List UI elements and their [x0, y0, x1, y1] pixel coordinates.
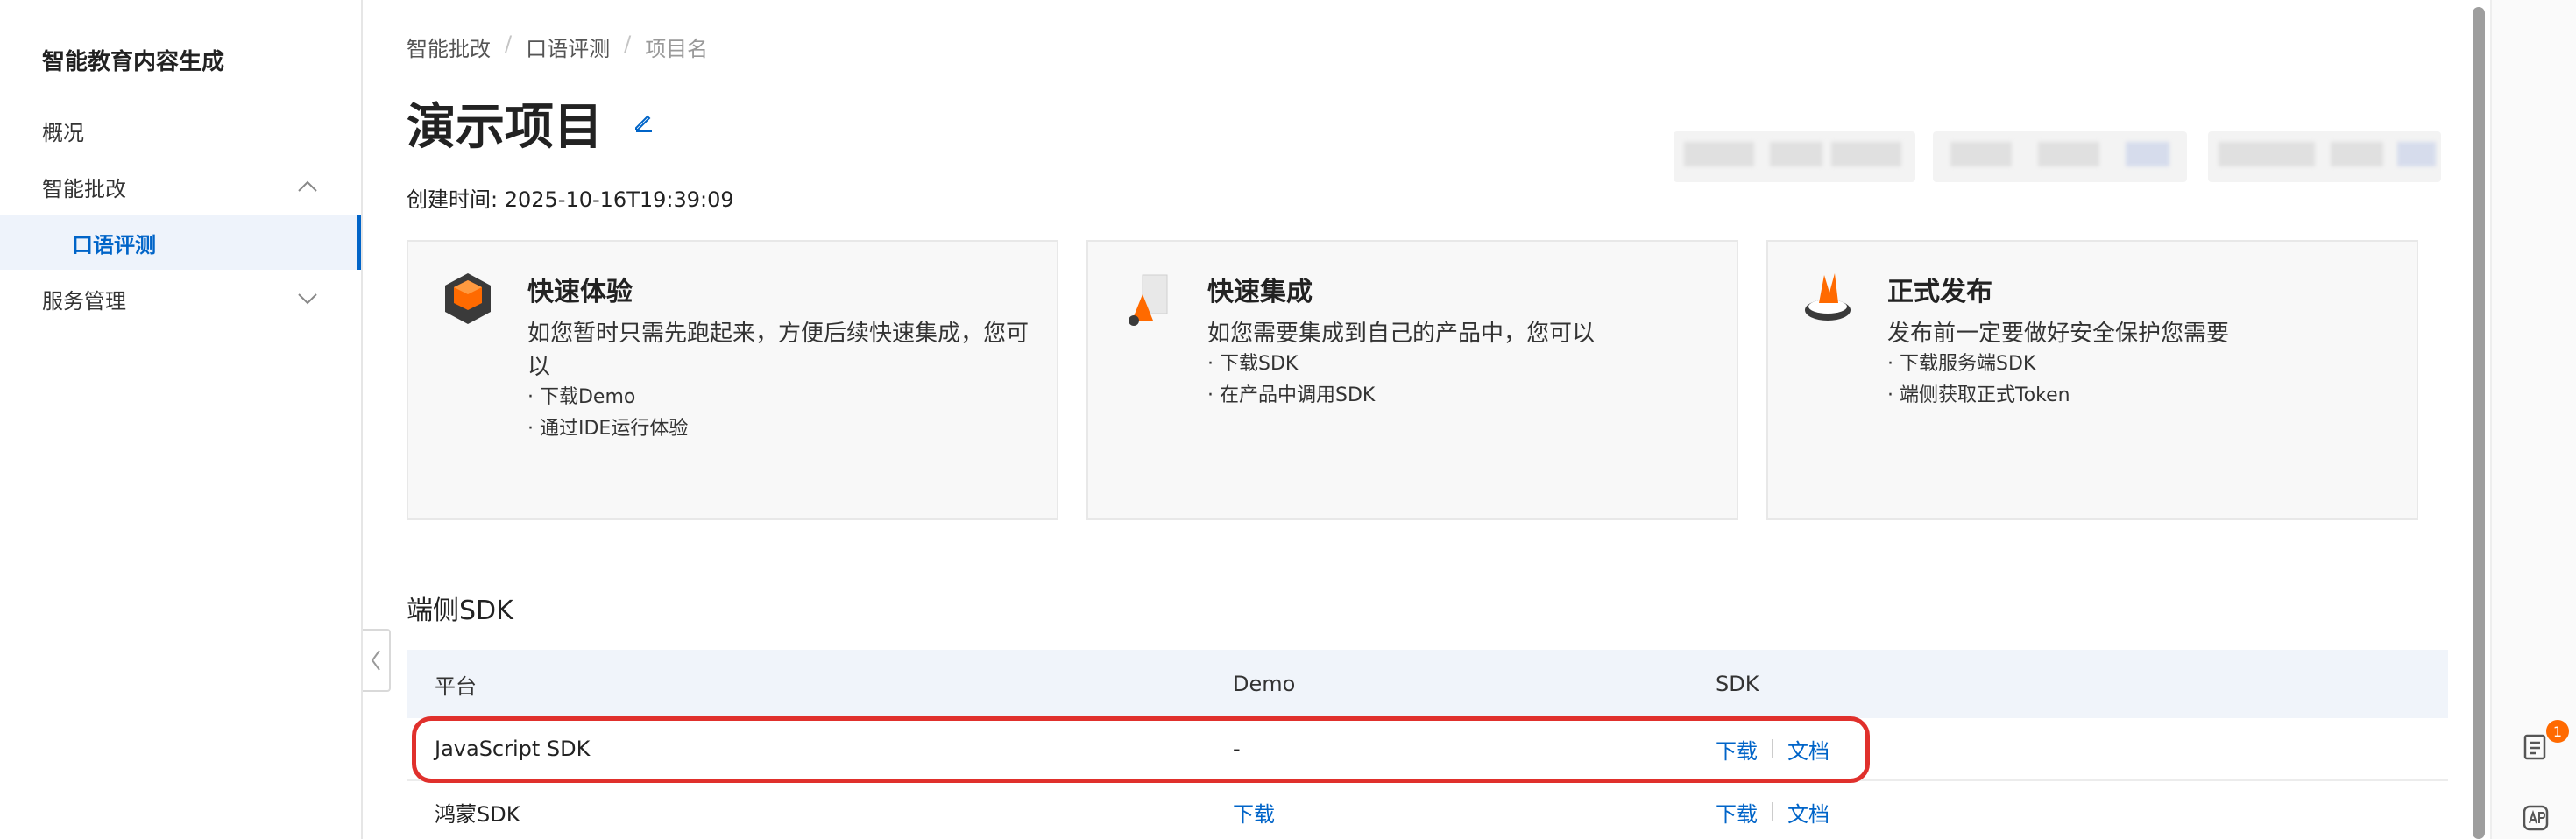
- chevron-up-icon: [298, 180, 317, 192]
- list-item: · 下载Demo: [527, 386, 636, 408]
- table-row: 鸿蒙SDK 下载 下载 文档: [407, 781, 2448, 839]
- sidebar-item-overview[interactable]: 概况: [0, 103, 361, 158]
- column-header-demo: Demo: [1233, 672, 1296, 696]
- sidebar-collapse-button[interactable]: [363, 629, 391, 692]
- notification-list-icon[interactable]: [2520, 732, 2551, 764]
- blurred-info-block: [1674, 131, 1915, 182]
- created-time: 创建时间: 2025-10-16T19:39:09: [407, 187, 734, 212]
- sdk-download-link[interactable]: 下载: [1716, 797, 1758, 828]
- card-description: 如您需要集成到自己的产品中，您可以: [1207, 321, 1596, 347]
- card-quick-experience[interactable]: 快速体验 如您暂时只需先跑起来，方便后续快速集成，您可以 · 下载Demo · …: [407, 240, 1058, 520]
- breadcrumb-item-current: 项目名: [645, 37, 709, 61]
- breadcrumb-item-grading[interactable]: 智能批改: [407, 32, 491, 62]
- list-item: · 下载SDK: [1207, 353, 1299, 375]
- card-title: 正式发布: [1887, 277, 1992, 307]
- cube-icon: [445, 273, 491, 324]
- card-official-release[interactable]: 正式发布 发布前一定要做好安全保护您需要 · 下载服务端SDK · 端侧获取正式…: [1766, 240, 2418, 520]
- breadcrumb-separator: /: [505, 32, 513, 56]
- api-icon[interactable]: [2520, 802, 2551, 834]
- column-header-platform: 平台: [435, 673, 477, 699]
- divider: [1772, 802, 1773, 821]
- card-title: 快速集成: [1207, 277, 1313, 307]
- blurred-info-block: [1933, 131, 2187, 182]
- highlight-annotation: [412, 716, 1870, 783]
- breadcrumb-item-oral-evaluation[interactable]: 口语评测: [526, 32, 610, 62]
- scrollbar[interactable]: [2473, 7, 2485, 839]
- list-item: · 通过IDE运行体验: [527, 418, 689, 440]
- sdk-docs-link[interactable]: 文档: [1787, 797, 1829, 828]
- blurred-info-block: [2208, 131, 2441, 182]
- sidebar-item-grading[interactable]: 智能批改: [0, 159, 361, 214]
- sidebar-item-service-management[interactable]: 服务管理: [0, 271, 361, 326]
- card-list: · 下载SDK · 在产品中调用SDK: [1207, 349, 1375, 412]
- card-description: 如您暂时只需先跑起来，方便后续快速集成，您可以: [527, 321, 1030, 380]
- platform-name: 鸿蒙SDK: [435, 801, 520, 827]
- list-item: · 端侧获取正式Token: [1887, 384, 2070, 406]
- card-list: · 下载Demo · 通过IDE运行体验: [527, 382, 688, 445]
- breadcrumb: 智能批改 / 口语评测 / 项目名: [407, 32, 708, 62]
- card-title: 快速体验: [527, 277, 633, 307]
- sidebar-title: 智能教育内容生成: [42, 49, 225, 75]
- column-header-sdk: SDK: [1716, 672, 1759, 696]
- card-quick-integration[interactable]: 快速集成 如您需要集成到自己的产品中，您可以 · 下载SDK · 在产品中调用S…: [1086, 240, 1738, 520]
- list-item: · 下载服务端SDK: [1887, 353, 2036, 375]
- sidebar-item-label: 口语评测: [72, 232, 156, 257]
- demo-download-link[interactable]: 下载: [1233, 781, 1275, 839]
- card-list: · 下载服务端SDK · 端侧获取正式Token: [1887, 349, 2070, 412]
- demo-download-link-text[interactable]: 下载: [1233, 797, 1275, 828]
- release-icon: [1805, 273, 1851, 321]
- edit-icon[interactable]: [633, 110, 655, 133]
- integration-icon: [1129, 274, 1168, 326]
- section-title-sdk: 端侧SDK: [407, 596, 513, 626]
- sidebar-item-oral-evaluation[interactable]: 口语评测: [0, 215, 361, 270]
- notification-badge: 1: [2546, 720, 2569, 743]
- sidebar: 智能教育内容生成 概况 智能批改 口语评测 服务管理: [0, 0, 363, 839]
- chevron-left-icon: [371, 650, 380, 671]
- sidebar-item-label: 智能批改: [42, 176, 126, 201]
- list-item: · 在产品中调用SDK: [1207, 384, 1376, 406]
- table-header: 平台 Demo SDK: [407, 650, 2448, 718]
- page-title: 演示项目: [407, 99, 603, 156]
- breadcrumb-separator: /: [624, 32, 632, 56]
- sdk-actions: 下载 文档: [1716, 781, 1829, 839]
- right-rail: [2490, 0, 2576, 839]
- sidebar-item-label: 服务管理: [42, 288, 126, 314]
- sidebar-item-label: 概况: [42, 120, 84, 145]
- chevron-down-icon: [298, 293, 317, 305]
- card-description: 发布前一定要做好安全保护您需要: [1887, 321, 2230, 347]
